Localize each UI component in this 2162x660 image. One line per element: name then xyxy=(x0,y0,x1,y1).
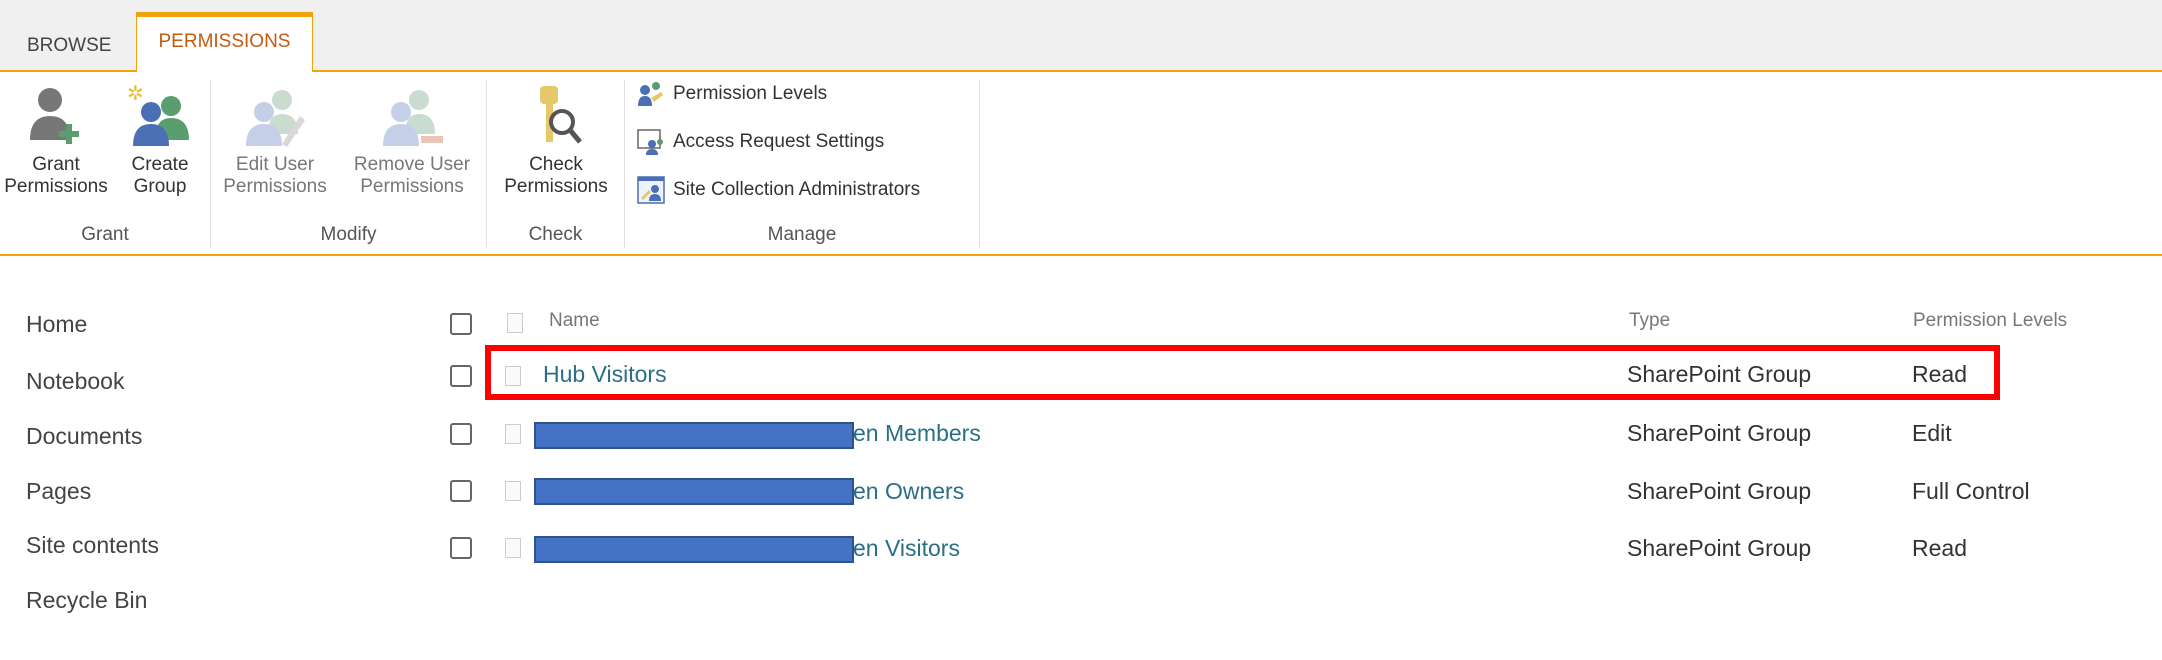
group-name-link[interactable]: en Visitors xyxy=(853,535,960,562)
redaction-bar xyxy=(534,536,854,563)
grant-permissions-button[interactable]: Grant Permissions xyxy=(0,84,112,198)
button-label: Edit User xyxy=(235,154,315,175)
nav-notebook[interactable]: Notebook xyxy=(26,368,124,395)
ribbon: Grant Permissions ✲ Create Group Grant E… xyxy=(0,72,2162,256)
button-label: Group xyxy=(133,176,187,197)
permission-levels-button[interactable]: Permission Levels xyxy=(637,80,827,108)
group-label: Modify xyxy=(320,224,377,245)
create-group-icon: ✲ xyxy=(127,84,189,146)
check-permissions-icon xyxy=(540,86,582,144)
column-header-permission-levels[interactable]: Permission Levels xyxy=(1913,310,2067,332)
create-group-button[interactable]: ✲ Create Group xyxy=(118,84,202,198)
group-grant: Grant Permissions ✲ Create Group Grant xyxy=(0,80,211,248)
group-label: Check xyxy=(528,224,583,245)
row-checkbox[interactable] xyxy=(450,423,472,445)
grant-permissions-icon xyxy=(30,88,79,144)
button-label: Create xyxy=(131,154,189,175)
tab-browse[interactable]: BROWSE xyxy=(27,24,111,72)
redaction-bar xyxy=(534,478,854,505)
row-select[interactable] xyxy=(505,481,521,501)
column-header-type[interactable]: Type xyxy=(1629,310,1670,332)
nav-pages[interactable]: Pages xyxy=(26,478,91,505)
group-check: Check Permissions Check xyxy=(487,80,625,248)
access-request-settings-button[interactable]: Access Request Settings xyxy=(637,128,884,156)
group-manage: Permission Levels Access Request Setting… xyxy=(625,80,980,248)
tab-permissions[interactable]: PERMISSIONS xyxy=(136,12,313,74)
check-permissions-button[interactable]: Check Permissions xyxy=(495,84,617,198)
access-request-icon xyxy=(637,129,663,155)
menu-label: Site Collection Administrators xyxy=(673,179,921,200)
permission-level: Full Control xyxy=(1912,478,2030,504)
column-header-name[interactable]: Name xyxy=(549,310,600,332)
redaction-bar xyxy=(534,422,854,449)
group-type: SharePoint Group xyxy=(1627,420,1812,446)
svg-text:✲: ✲ xyxy=(127,84,144,105)
highlight-box xyxy=(485,345,2000,400)
permission-levels-icon xyxy=(638,82,663,106)
button-label: Remove User xyxy=(353,154,471,175)
button-label: Permissions xyxy=(4,176,108,197)
button-label: Permissions xyxy=(504,176,608,197)
group-type: SharePoint Group xyxy=(1627,535,1812,561)
permission-level: Edit xyxy=(1912,420,1952,446)
permission-level: Read xyxy=(1912,535,1967,561)
nav-documents[interactable]: Documents xyxy=(26,423,142,450)
group-label: Manage xyxy=(767,224,837,245)
group-type: SharePoint Group xyxy=(1627,478,1812,504)
row-checkbox[interactable] xyxy=(450,480,472,502)
ribbon-tab-bar: BROWSE PERMISSIONS xyxy=(0,0,2162,74)
group-modify: Edit User Permissions Remove User Permis… xyxy=(211,80,487,248)
site-admins-icon xyxy=(637,176,665,204)
button-label: Grant xyxy=(32,154,80,175)
menu-label: Permission Levels xyxy=(673,83,828,104)
button-label: Permissions xyxy=(223,176,327,197)
nav-home[interactable]: Home xyxy=(26,311,87,338)
header-row-checkbox[interactable] xyxy=(507,313,523,333)
button-label: Check xyxy=(529,154,583,175)
group-label: Grant xyxy=(81,224,129,245)
menu-label: Access Request Settings xyxy=(673,131,885,152)
edit-user-permissions-button[interactable]: Edit User Permissions xyxy=(219,84,331,198)
row-checkbox[interactable] xyxy=(450,365,472,387)
nav-recycle-bin[interactable]: Recycle Bin xyxy=(26,587,147,614)
button-label: Permissions xyxy=(360,176,464,197)
row-checkbox[interactable] xyxy=(450,537,472,559)
select-all-checkbox[interactable] xyxy=(450,313,472,335)
nav-site-contents[interactable]: Site contents xyxy=(26,532,159,559)
row-select[interactable] xyxy=(505,538,521,558)
edit-user-permissions-icon xyxy=(246,90,305,147)
remove-user-permissions-icon xyxy=(383,90,443,146)
group-name-link[interactable]: en Owners xyxy=(853,478,964,505)
site-collection-administrators-button[interactable]: Site Collection Administrators xyxy=(637,176,920,204)
remove-user-permissions-button[interactable]: Remove User Permissions xyxy=(347,84,477,198)
row-select[interactable] xyxy=(505,424,521,444)
group-name-link[interactable]: en Members xyxy=(853,420,981,447)
